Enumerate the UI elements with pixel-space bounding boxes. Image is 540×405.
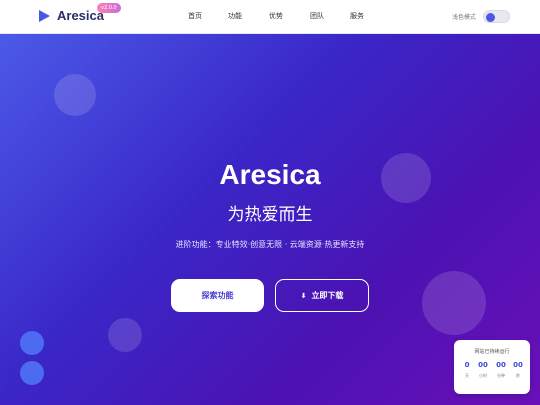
nav-item-services[interactable]: 服务 — [350, 11, 364, 21]
uptime-seconds-value: 00 — [513, 361, 523, 369]
download-icon: ⬇ — [300, 291, 307, 300]
uptime-hours: 00 小时 — [474, 361, 492, 379]
decorative-bubble — [422, 271, 486, 335]
version-badge: v2.0.0 — [97, 3, 121, 13]
explore-features-label: 探索功能 — [201, 291, 234, 300]
download-now-button[interactable]: ⬇ 立即下载 — [275, 279, 369, 312]
uptime-minutes: 00 分钟 — [492, 361, 510, 379]
uptime-hours-unit: 小时 — [479, 373, 487, 378]
decorative-bubble — [108, 318, 142, 352]
download-now-label: 立即下载 — [311, 291, 344, 300]
uptime-card: 网站已持续运行 0 天 00 小时 00 分钟 00 秒 — [454, 340, 530, 394]
uptime-title: 网站已持续运行 — [474, 349, 510, 355]
play-logo-icon[interactable] — [38, 9, 51, 23]
nav-item-home[interactable]: 首页 — [188, 11, 202, 21]
hero-subtitle: 为热爱而生 — [227, 205, 313, 225]
uptime-seconds-unit: 秒 — [516, 373, 520, 378]
floating-action-dot[interactable] — [20, 331, 44, 355]
uptime-minutes-value: 00 — [496, 361, 506, 369]
uptime-hours-value: 00 — [478, 361, 488, 369]
theme-mode-label: 浅色模式 — [452, 14, 477, 21]
decorative-bubble — [54, 74, 96, 116]
uptime-minutes-unit: 分钟 — [497, 373, 505, 378]
hero-title: Aresica — [219, 159, 321, 190]
uptime-seconds: 00 秒 — [509, 361, 527, 379]
theme-toggle[interactable] — [483, 10, 510, 23]
nav-item-team[interactable]: 团队 — [310, 11, 324, 21]
floating-action-dot[interactable] — [20, 361, 44, 385]
top-navbar: Aresica v2.0.0 首页 功能 优势 团队 服务 浅色模式 — [0, 0, 540, 34]
explore-features-button[interactable]: 探索功能 — [171, 279, 264, 312]
nav-item-advantages[interactable]: 优势 — [269, 11, 283, 21]
hero-description: 进阶功能：专业特效·创意无限 · 云端资源·热更新支持 — [175, 240, 365, 249]
nav-item-features[interactable]: 功能 — [228, 11, 242, 21]
toggle-knob — [486, 12, 495, 22]
